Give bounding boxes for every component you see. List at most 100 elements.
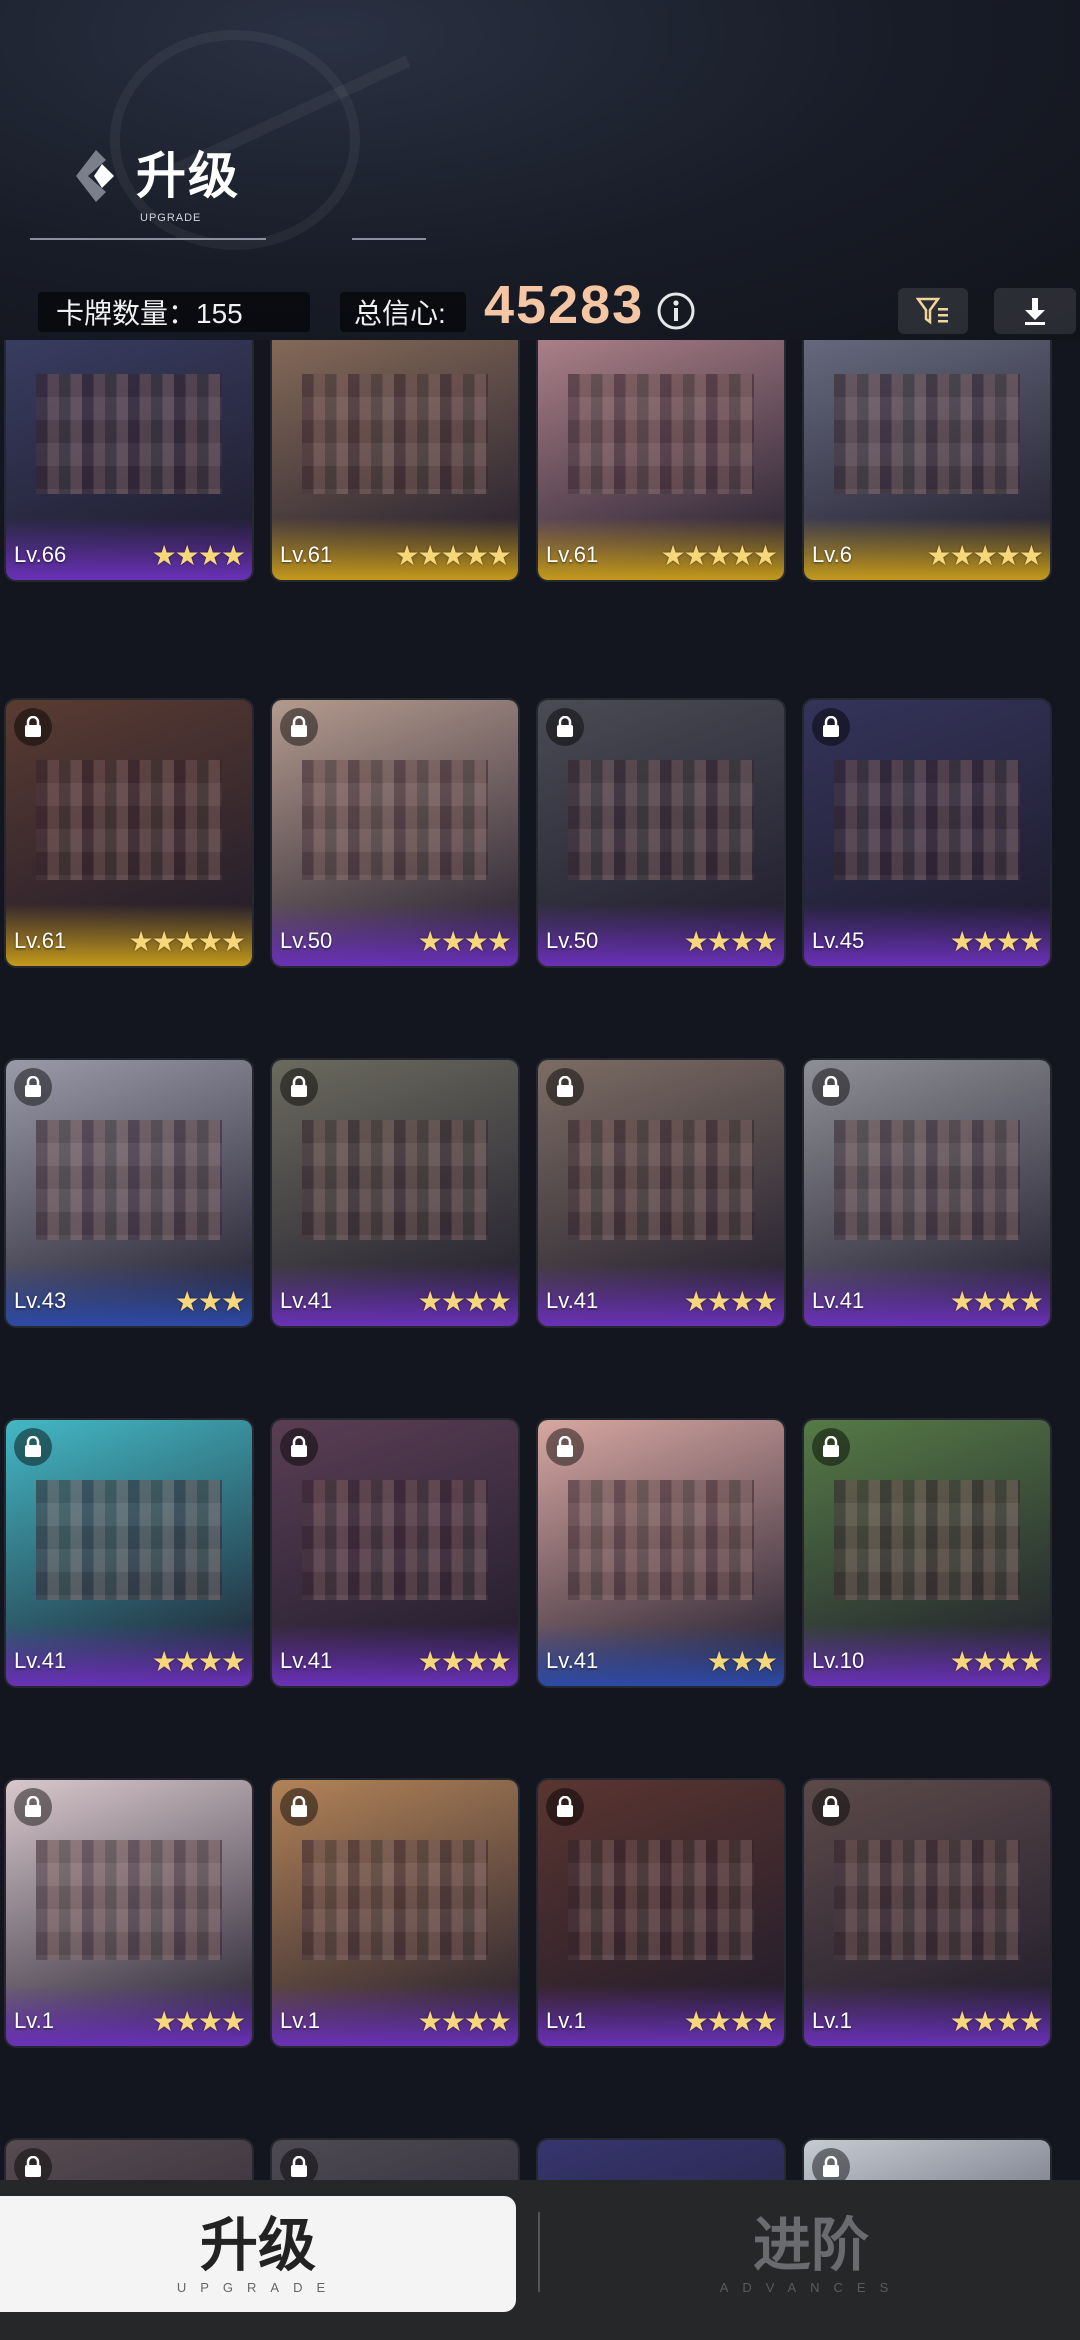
- star-icon: ★: [660, 540, 686, 571]
- star-icon: ★: [729, 1286, 755, 1317]
- card-level: Lv.61: [14, 928, 67, 953]
- censor-mosaic: [834, 374, 1020, 494]
- card-item[interactable]: Lv.50 ★ ★ ★ ★: [538, 700, 784, 966]
- tab-upgrade-label: 升级: [199, 2213, 316, 2278]
- tab-upgrade-sublabel: UPGRADE: [176, 2280, 340, 2295]
- star-icon: ★: [417, 2006, 443, 2037]
- star-icon: ★: [995, 1646, 1021, 1677]
- star-icon: ★: [417, 1286, 443, 1317]
- lock-icon: [546, 1068, 584, 1106]
- card-item[interactable]: Lv.41 ★ ★ ★: [538, 1420, 784, 1686]
- lock-icon: [14, 1068, 52, 1106]
- card-item[interactable]: [804, 2140, 1050, 2180]
- star-icon: ★: [752, 1286, 778, 1317]
- card-level: Lv.66: [14, 542, 67, 567]
- card-item[interactable]: Lv.41 ★ ★ ★ ★: [804, 1060, 1050, 1326]
- card-item[interactable]: [272, 2140, 518, 2180]
- card-item[interactable]: Lv.61 ★ ★ ★ ★ ★: [272, 340, 518, 580]
- card-item[interactable]: Lv.41 ★ ★ ★ ★: [538, 1060, 784, 1326]
- censor-mosaic: [302, 1120, 488, 1240]
- filter-icon: [916, 297, 948, 325]
- star-icon: ★: [220, 1286, 246, 1317]
- card-level: Lv.10: [812, 1648, 865, 1673]
- card-star-rating: ★ ★ ★: [174, 1286, 246, 1317]
- page-subtitle: UPGRADE: [140, 212, 202, 224]
- star-icon: ★: [972, 926, 998, 957]
- tab-upgrade[interactable]: 升级 UPGRADE: [0, 2196, 516, 2312]
- card-item[interactable]: Lv.10 ★ ★ ★ ★: [804, 1420, 1050, 1686]
- star-icon: ★: [174, 926, 200, 957]
- censor-mosaic: [568, 1840, 754, 1960]
- lock-icon: [812, 1428, 850, 1466]
- star-icon: ★: [197, 1646, 223, 1677]
- filter-button[interactable]: [898, 288, 968, 334]
- star-icon: ★: [463, 1646, 489, 1677]
- star-icon: ★: [174, 1286, 200, 1317]
- star-icon: ★: [995, 926, 1021, 957]
- card-level: Lv.6: [812, 542, 852, 567]
- card-item[interactable]: Lv.50 ★ ★ ★ ★: [272, 700, 518, 966]
- card-star-rating: ★ ★ ★ ★ ★: [926, 542, 1044, 570]
- lock-icon: [280, 708, 318, 746]
- star-icon: ★: [729, 926, 755, 957]
- info-icon[interactable]: [656, 291, 696, 331]
- star-icon: ★: [949, 1646, 975, 1677]
- censor-mosaic: [568, 374, 754, 494]
- card-star-rating: ★ ★ ★ ★: [152, 2006, 246, 2037]
- card-item[interactable]: Lv.43 ★ ★ ★: [6, 1060, 252, 1326]
- card-item[interactable]: Lv.41 ★ ★ ★ ★: [6, 1420, 252, 1686]
- card-item[interactable]: Lv.66 ★ ★ ★ ★: [6, 340, 252, 580]
- card-item[interactable]: Lv.1 ★ ★ ★ ★: [6, 1780, 252, 2046]
- tab-advance-sublabel: ADVANCES: [719, 2280, 903, 2295]
- card-item[interactable]: Lv.1 ★ ★ ★ ★: [538, 1780, 784, 2046]
- star-icon: ★: [486, 2006, 512, 2037]
- card-star-rating: ★ ★ ★ ★: [418, 928, 512, 956]
- card-item[interactable]: [6, 2140, 252, 2180]
- star-icon: ★: [1018, 1286, 1044, 1317]
- card-level: Lv.41: [280, 1648, 333, 1673]
- star-icon: ★: [128, 926, 154, 957]
- star-icon: ★: [174, 540, 200, 571]
- total-trust-value: 45283: [484, 275, 645, 335]
- card-item[interactable]: Lv.41 ★ ★ ★ ★: [272, 1060, 518, 1326]
- censor-mosaic: [302, 1840, 488, 1960]
- star-icon: ★: [220, 2006, 246, 2037]
- card-item[interactable]: Lv.1 ★ ★ ★ ★: [272, 1780, 518, 2046]
- star-icon: ★: [463, 540, 489, 571]
- censor-mosaic: [36, 760, 222, 880]
- star-icon: ★: [151, 1646, 177, 1677]
- card-item[interactable]: Lv.6 ★ ★ ★ ★ ★: [804, 340, 1050, 580]
- lock-icon: [280, 1428, 318, 1466]
- star-icon: ★: [151, 540, 177, 571]
- star-icon: ★: [729, 2006, 755, 2037]
- card-star-rating: ★ ★ ★ ★: [684, 926, 778, 957]
- censor-mosaic: [834, 760, 1020, 880]
- tab-advance-label: 进阶: [752, 2213, 869, 2278]
- card-item[interactable]: Lv.1 ★ ★ ★ ★: [804, 1780, 1050, 2046]
- star-icon: ★: [151, 926, 177, 957]
- star-icon: ★: [440, 540, 466, 571]
- card-level: Lv.41: [280, 1288, 333, 1313]
- tab-advance[interactable]: 进阶 ADVANCES: [542, 2196, 1080, 2312]
- star-icon: ★: [729, 540, 755, 571]
- star-icon: ★: [486, 1646, 512, 1677]
- card-level: Lv.61: [546, 542, 599, 567]
- censor-mosaic: [568, 1120, 754, 1240]
- card-level: Lv.1: [812, 2008, 852, 2033]
- lock-icon: [14, 2148, 52, 2180]
- card-star-rating: ★ ★ ★ ★: [950, 926, 1044, 957]
- card-star-rating: ★ ★ ★ ★: [417, 1286, 512, 1317]
- card-level: Lv.41: [546, 1288, 599, 1313]
- sort-download-button[interactable]: [994, 288, 1076, 334]
- card-item[interactable]: [538, 2140, 784, 2180]
- censor-mosaic: [568, 760, 754, 880]
- card-item[interactable]: Lv.61 ★ ★ ★ ★ ★: [538, 340, 784, 580]
- star-icon: ★: [197, 1286, 223, 1317]
- star-icon: ★: [752, 1646, 778, 1677]
- card-item[interactable]: Lv.41 ★ ★ ★ ★: [272, 1420, 518, 1686]
- card-star-rating: ★ ★ ★ ★: [949, 1646, 1044, 1677]
- lock-icon: [546, 1788, 584, 1826]
- card-item[interactable]: Lv.45 ★ ★ ★ ★: [804, 700, 1050, 966]
- star-icon: ★: [1018, 1646, 1044, 1677]
- card-item[interactable]: Lv.61 ★ ★ ★ ★ ★: [6, 700, 252, 966]
